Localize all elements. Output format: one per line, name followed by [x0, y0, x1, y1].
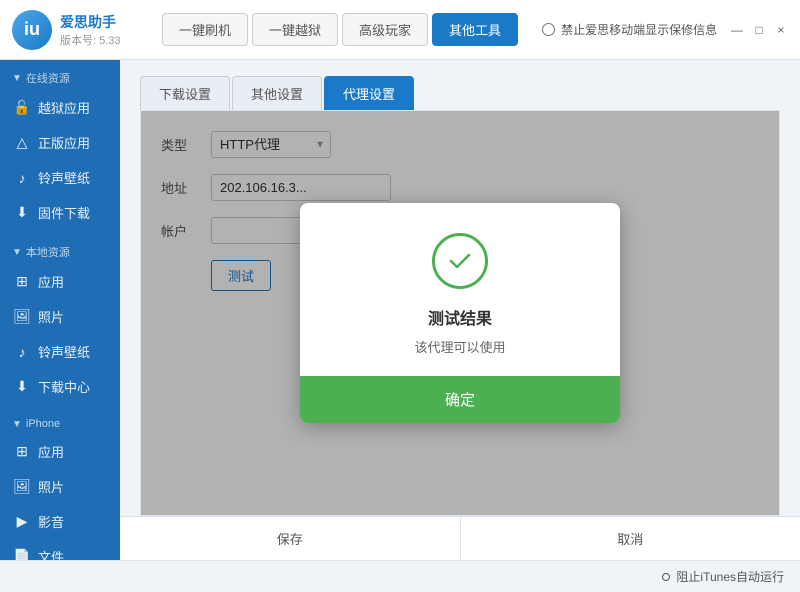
app-name: 爱思助手 — [60, 12, 121, 32]
privacy-radio[interactable] — [542, 23, 555, 36]
local-resources-label: 本地资源 — [26, 244, 70, 260]
files-icon: 📄 — [14, 549, 30, 561]
sidebar-item-downloads[interactable]: ⬇ 下载中心 — [0, 369, 120, 404]
result-dialog: 测试结果 该代理可以使用 确定 — [300, 203, 620, 423]
app-logo: iu — [12, 10, 52, 50]
bottom-bar: 保存 取消 — [120, 516, 800, 560]
save-button[interactable]: 保存 — [120, 517, 460, 560]
restore-button[interactable]: □ — [752, 23, 766, 37]
tab-proxy-settings[interactable]: 代理设置 — [324, 76, 414, 110]
sidebar-label-files: 文件 — [38, 547, 64, 560]
sidebar-item-jailbreak-apps[interactable]: 🔓 越狱应用 — [0, 90, 120, 125]
online-section-arrow: ▼ — [12, 73, 22, 84]
sidebar-item-local-apps[interactable]: ⊞ 应用 — [0, 264, 120, 299]
sidebar-item-iphone-photos[interactable]: 🖼 照片 — [0, 469, 120, 504]
app-info: 爱思助手 版本号: 5.33 — [60, 12, 121, 48]
dialog-footer: 确定 — [300, 376, 620, 423]
sidebar-label-ringtones: 铃声壁纸 — [38, 168, 90, 187]
top-nav: 一键刷机 一键越狱 高级玩家 其他工具 禁止爱思移动端显示保修信息 — [142, 13, 730, 46]
iphone-apps-icon: ⊞ — [14, 444, 30, 460]
nav-btn-jailbreak[interactable]: 一键越狱 — [252, 13, 338, 46]
privacy-check: 禁止爱思移动端显示保修信息 — [542, 21, 717, 38]
local-apps-icon: ⊞ — [14, 274, 30, 290]
tab-bar: 下载设置 其他设置 代理设置 — [120, 60, 800, 110]
tab-download-settings[interactable]: 下载设置 — [140, 76, 230, 110]
sidebar-item-firmware[interactable]: ⬇ 固件下载 — [0, 195, 120, 230]
cancel-button[interactable]: 取消 — [460, 517, 800, 560]
local-ringtone-icon: ♪ — [14, 344, 30, 360]
downloads-icon: ⬇ — [14, 379, 30, 395]
minimize-button[interactable]: — — [730, 23, 744, 37]
iphone-label: iPhone — [26, 418, 60, 430]
dialog-title: 测试结果 — [324, 305, 596, 329]
dialog-overlay: 测试结果 该代理可以使用 确定 — [141, 111, 779, 515]
sidebar-item-files[interactable]: 📄 文件 — [0, 539, 120, 560]
media-icon: ▶ — [14, 514, 30, 530]
dialog-body: 测试结果 该代理可以使用 — [300, 203, 620, 376]
sidebar-item-iphone-apps[interactable]: ⊞ 应用 — [0, 434, 120, 469]
sidebar-item-local-ringtones[interactable]: ♪ 铃声壁纸 — [0, 334, 120, 369]
close-button[interactable]: × — [774, 23, 788, 37]
sidebar: ▼ 在线资源 🔓 越狱应用 △ 正版应用 ♪ 铃声壁纸 ⬇ 固件下载 ▼ 本地资 — [0, 60, 120, 560]
local-section-arrow: ▼ — [12, 247, 22, 258]
success-icon — [432, 233, 488, 289]
sidebar-label-downloads: 下载中心 — [38, 377, 90, 396]
iphone-photos-icon: 🖼 — [14, 479, 30, 495]
photos-icon: 🖼 — [14, 309, 30, 325]
sidebar-label-official: 正版应用 — [38, 133, 90, 152]
dialog-confirm-button[interactable]: 确定 — [300, 376, 620, 423]
itunes-status-label: 阻止iTunes自动运行 — [676, 568, 784, 585]
app-version: 版本号: 5.33 — [60, 32, 121, 48]
main-area: ▼ 在线资源 🔓 越狱应用 △ 正版应用 ♪ 铃声壁纸 ⬇ 固件下载 ▼ 本地资 — [0, 60, 800, 560]
window-controls: — □ × — [730, 23, 788, 37]
logo-area: iu 爱思助手 版本号: 5.33 — [12, 10, 142, 50]
sidebar-label-local-apps: 应用 — [38, 272, 64, 291]
tab-other-settings[interactable]: 其他设置 — [232, 76, 322, 110]
content-panel: 下载设置 其他设置 代理设置 类型 HTTP代理 ▼ 地址 — [120, 60, 800, 560]
itunes-status-dot — [662, 573, 670, 581]
sidebar-item-photos[interactable]: 🖼 照片 — [0, 299, 120, 334]
dialog-message: 该代理可以使用 — [324, 337, 596, 356]
sidebar-label-photos: 照片 — [38, 307, 64, 326]
iphone-section-arrow: ▼ — [12, 419, 22, 430]
nav-btn-flash[interactable]: 一键刷机 — [162, 13, 248, 46]
jailbreak-icon: 🔓 — [14, 100, 30, 116]
sidebar-label-local-ringtones: 铃声壁纸 — [38, 342, 90, 361]
checkmark-svg — [446, 247, 474, 275]
sidebar-item-media[interactable]: ▶ 影音 — [0, 504, 120, 539]
sidebar-label-media: 影音 — [38, 512, 64, 531]
nav-btn-tools[interactable]: 其他工具 — [432, 13, 518, 46]
sidebar-item-ringtones[interactable]: ♪ 铃声壁纸 — [0, 160, 120, 195]
nav-btn-advanced[interactable]: 高级玩家 — [342, 13, 428, 46]
online-resources-label: 在线资源 — [26, 70, 70, 86]
official-apps-icon: △ — [14, 135, 30, 151]
sidebar-label-jailbreak: 越狱应用 — [38, 98, 90, 117]
sidebar-item-official-apps[interactable]: △ 正版应用 — [0, 125, 120, 160]
sidebar-label-firmware: 固件下载 — [38, 203, 90, 222]
sidebar-label-iphone-photos: 照片 — [38, 477, 64, 496]
settings-area: 类型 HTTP代理 ▼ 地址 帐户 — [140, 110, 780, 516]
status-bar: 阻止iTunes自动运行 — [0, 560, 800, 592]
ringtone-icon: ♪ — [14, 170, 30, 186]
title-bar: iu 爱思助手 版本号: 5.33 一键刷机 一键越狱 高级玩家 其他工具 禁止… — [0, 0, 800, 60]
firmware-icon: ⬇ — [14, 205, 30, 221]
sidebar-label-iphone-apps: 应用 — [38, 442, 64, 461]
privacy-label: 禁止爱思移动端显示保修信息 — [561, 21, 717, 38]
